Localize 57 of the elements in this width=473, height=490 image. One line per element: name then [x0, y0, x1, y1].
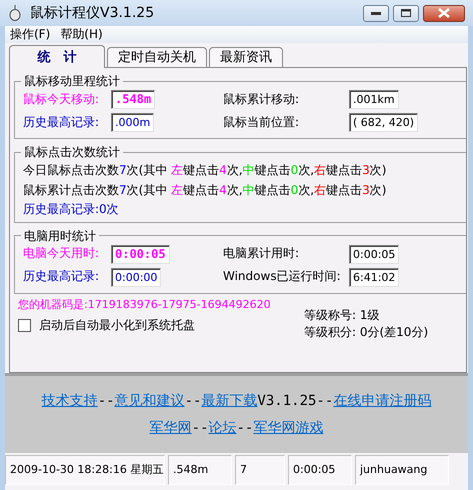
group-title: 鼠标移动里程统计: [23, 74, 121, 88]
link[interactable]: 论坛: [208, 418, 236, 437]
maximize-icon: [401, 9, 411, 17]
close-icon: [438, 8, 450, 18]
value-field: 0:00:05: [349, 244, 400, 264]
checkbox[interactable]: [18, 319, 31, 332]
value-field: 6:41:02: [349, 268, 400, 287]
minimize-button[interactable]: [363, 4, 389, 22]
machine-code-text: 您的机器码是:1719183976-17975-1694492620: [18, 298, 272, 312]
level-points-text: 等级积分: 0分(差10分): [304, 325, 428, 341]
level-title-text: 等级称号: 1级: [304, 308, 380, 324]
click-count-text: 鼠标累计点击次数7次(其中 左键点击4次,中键点击0次,右键点击3次): [23, 182, 388, 198]
value-field: .001km: [349, 90, 399, 109]
checkbox-label[interactable]: 启动后自动最小化到系统托盘: [39, 318, 195, 334]
field-label: 鼠标当前位置:: [223, 114, 300, 130]
link[interactable]: 军华网: [150, 418, 192, 437]
status-cell: 0:00:05: [288, 455, 352, 485]
maximize-button[interactable]: [393, 4, 419, 22]
value-field: 0:00:05: [111, 244, 170, 264]
click-count-text: 今日鼠标点击次数7次(其中 左键点击4次,中键点击0次,右键点击3次): [23, 163, 388, 179]
value-field: ( 682, 420): [349, 113, 418, 132]
field-label: 电脑累计用时:: [223, 246, 300, 262]
group-title: 电脑用时统计: [23, 228, 97, 243]
minimize-icon: [371, 12, 381, 14]
field-label: 鼠标今天移动:: [23, 92, 100, 108]
field-label: 历史最高记录:: [23, 269, 100, 286]
status-cell: junhuawang: [355, 455, 449, 485]
tab[interactable]: 最新资讯: [209, 47, 283, 67]
menu-item[interactable]: 帮助(H): [55, 26, 108, 43]
value-field: .000m: [111, 113, 154, 132]
value-field: .548m: [111, 90, 156, 109]
mouse-icon: [8, 5, 22, 21]
close-button[interactable]: [423, 4, 465, 22]
status-cell: .548m: [168, 455, 232, 485]
field-label: 电脑今天用时:: [23, 246, 100, 262]
field-label: 历史最高记录:: [23, 114, 100, 130]
separator-text: V3.1.25--: [257, 392, 334, 410]
link[interactable]: 军华网游戏: [253, 418, 324, 437]
link[interactable]: 最新下载: [201, 392, 258, 410]
link[interactable]: 在线申请注册码: [333, 392, 432, 410]
value-field: 0:00:00: [111, 268, 162, 287]
separator-text: --: [192, 418, 208, 437]
separator-text: --: [98, 392, 115, 410]
link[interactable]: 技术支持: [42, 392, 98, 410]
separator-text: --: [236, 418, 254, 437]
status-cell: 7: [235, 455, 285, 485]
link[interactable]: 意见和建议: [114, 392, 185, 410]
record-text: 历史最高记录:0次: [23, 202, 120, 218]
tab[interactable]: 统 计: [9, 45, 105, 68]
separator-text: --: [184, 392, 202, 410]
window-title: 鼠标计程仪V3.1.25: [30, 4, 156, 22]
group-title: 鼠标点击次数统计: [23, 145, 121, 159]
field-label: 鼠标累计移动:: [223, 92, 300, 108]
tab[interactable]: 定时自动关机: [107, 47, 207, 67]
menu-item[interactable]: 操作(F): [5, 26, 56, 43]
status-cell: 2009-10-30 18:28:16 星期五: [5, 455, 165, 485]
field-label: Windows已运行时间:: [223, 269, 342, 286]
